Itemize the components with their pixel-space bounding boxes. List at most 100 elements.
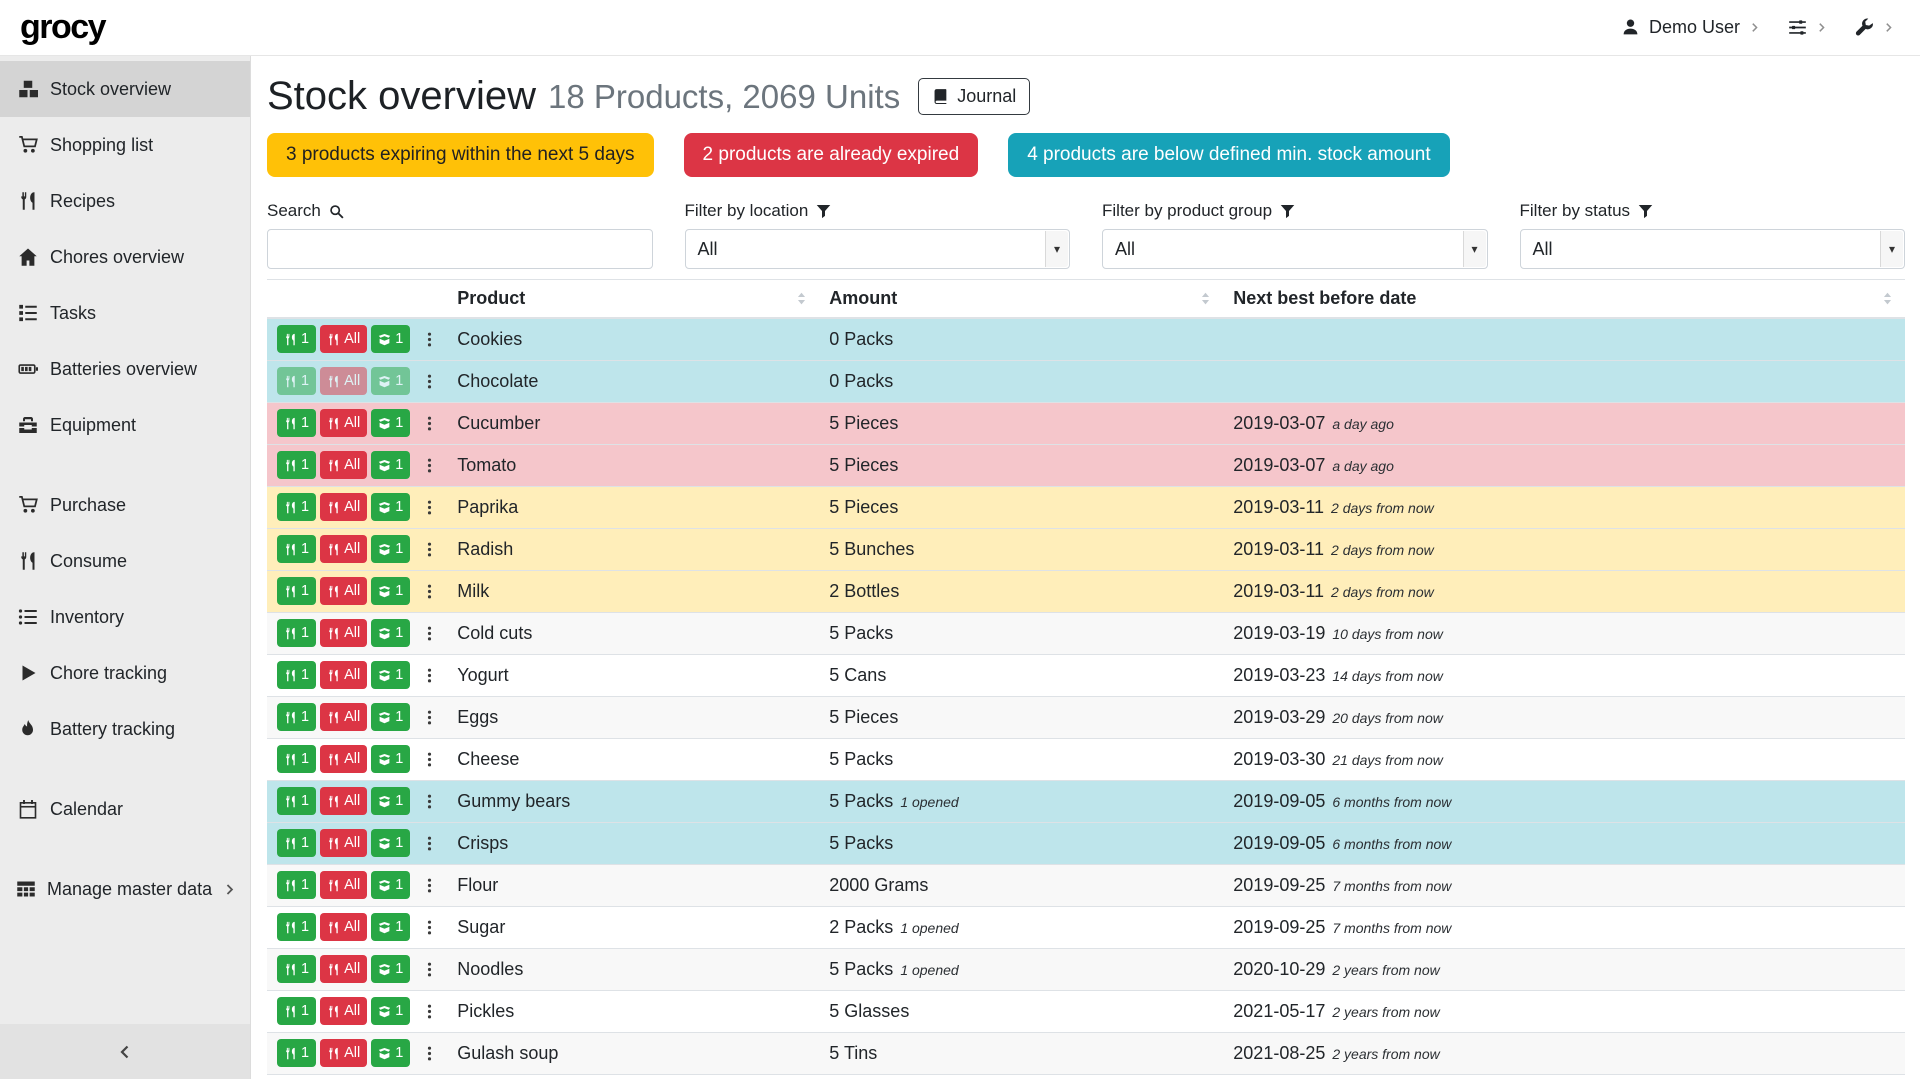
consume-one-button[interactable]: 1 <box>277 997 316 1025</box>
consume-one-button[interactable]: 1 <box>277 661 316 689</box>
open-one-button[interactable]: 1 <box>371 367 410 395</box>
sidebar-item-purchase[interactable]: Purchase <box>0 477 250 533</box>
open-one-button[interactable]: 1 <box>371 745 410 773</box>
consume-one-button[interactable]: 1 <box>277 913 316 941</box>
open-one-button[interactable]: 1 <box>371 1039 410 1067</box>
sidebar-item-inventory[interactable]: Inventory <box>0 589 250 645</box>
open-one-button[interactable]: 1 <box>371 955 410 983</box>
consume-one-button[interactable]: 1 <box>277 367 316 395</box>
row-menu-button[interactable] <box>422 832 437 855</box>
consume-all-button[interactable]: All <box>320 619 367 647</box>
open-one-button[interactable]: 1 <box>371 829 410 857</box>
sidebar-item-tasks[interactable]: Tasks <box>0 285 250 341</box>
open-one-button[interactable]: 1 <box>371 871 410 899</box>
open-one-button[interactable]: 1 <box>371 325 410 353</box>
open-one-button[interactable]: 1 <box>371 535 410 563</box>
sidebar-item-calendar[interactable]: Calendar <box>0 781 250 837</box>
consume-all-button[interactable]: All <box>320 703 367 731</box>
row-menu-button[interactable] <box>422 790 437 813</box>
consume-one-button[interactable]: 1 <box>277 451 316 479</box>
consume-all-button[interactable]: All <box>320 661 367 689</box>
expiring-products-alert[interactable]: 3 products expiring within the next 5 da… <box>267 133 654 177</box>
sidebar-item-recipes[interactable]: Recipes <box>0 173 250 229</box>
row-menu-button[interactable] <box>422 622 437 645</box>
sidebar-item-consume[interactable]: Consume <box>0 533 250 589</box>
open-one-button[interactable]: 1 <box>371 619 410 647</box>
open-one-button[interactable]: 1 <box>371 577 410 605</box>
row-menu-button[interactable] <box>422 370 437 393</box>
location-filter-select[interactable]: All ▾ <box>685 229 1071 269</box>
consume-one-button[interactable]: 1 <box>277 325 316 353</box>
row-menu-button[interactable] <box>422 580 437 603</box>
settings-menu[interactable] <box>1788 18 1827 37</box>
consume-all-button[interactable]: All <box>320 409 367 437</box>
row-menu-button[interactable] <box>422 706 437 729</box>
product-group-filter-select[interactable]: All ▾ <box>1102 229 1488 269</box>
user-menu[interactable]: Demo User <box>1621 17 1760 38</box>
row-menu-button[interactable] <box>422 748 437 771</box>
sidebar-item-equipment[interactable]: Equipment <box>0 397 250 453</box>
consume-one-button[interactable]: 1 <box>277 871 316 899</box>
row-menu-button[interactable] <box>422 958 437 981</box>
consume-all-button[interactable]: All <box>320 451 367 479</box>
consume-one-button[interactable]: 1 <box>277 955 316 983</box>
consume-one-button[interactable]: 1 <box>277 493 316 521</box>
consume-one-button[interactable]: 1 <box>277 703 316 731</box>
open-one-button[interactable]: 1 <box>371 913 410 941</box>
consume-all-button[interactable]: All <box>320 535 367 563</box>
expired-products-alert[interactable]: 2 products are already expired <box>684 133 979 177</box>
below-min-stock-alert[interactable]: 4 products are below defined min. stock … <box>1008 133 1449 177</box>
row-menu-button[interactable] <box>422 496 437 519</box>
consume-all-button[interactable]: All <box>320 325 367 353</box>
row-menu-button[interactable] <box>422 328 437 351</box>
search-input[interactable] <box>267 229 653 269</box>
row-menu-button[interactable] <box>422 1000 437 1023</box>
consume-one-button[interactable]: 1 <box>277 787 316 815</box>
app-logo[interactable]: grocy <box>20 8 105 47</box>
row-menu-button[interactable] <box>422 412 437 435</box>
consume-all-button[interactable]: All <box>320 871 367 899</box>
consume-one-button[interactable]: 1 <box>277 1039 316 1067</box>
consume-one-button[interactable]: 1 <box>277 577 316 605</box>
consume-all-button[interactable]: All <box>320 367 367 395</box>
consume-all-button[interactable]: All <box>320 913 367 941</box>
sidebar-item-chores-overview[interactable]: Chores overview <box>0 229 250 285</box>
consume-one-button[interactable]: 1 <box>277 619 316 647</box>
consume-all-button[interactable]: All <box>320 955 367 983</box>
consume-one-button[interactable]: 1 <box>277 535 316 563</box>
open-one-button[interactable]: 1 <box>371 451 410 479</box>
journal-button[interactable]: Journal <box>918 78 1030 115</box>
open-one-button[interactable]: 1 <box>371 493 410 521</box>
row-menu-button[interactable] <box>422 874 437 897</box>
column-header-amount[interactable]: Amount <box>819 280 1223 319</box>
consume-one-button[interactable]: 1 <box>277 409 316 437</box>
open-one-button[interactable]: 1 <box>371 703 410 731</box>
sidebar-item-shopping-list[interactable]: Shopping list <box>0 117 250 173</box>
admin-menu[interactable] <box>1855 18 1894 37</box>
consume-all-button[interactable]: All <box>320 745 367 773</box>
column-header-product[interactable]: Product <box>447 280 819 319</box>
row-menu-button[interactable] <box>422 538 437 561</box>
sidebar-item-battery-tracking[interactable]: Battery tracking <box>0 701 250 757</box>
open-one-button[interactable]: 1 <box>371 409 410 437</box>
consume-all-button[interactable]: All <box>320 787 367 815</box>
sidebar-item-stock-overview[interactable]: Stock overview <box>0 61 250 117</box>
consume-all-button[interactable]: All <box>320 997 367 1025</box>
sidebar-collapse-button[interactable] <box>0 1024 250 1079</box>
sidebar-item-chore-tracking[interactable]: Chore tracking <box>0 645 250 701</box>
status-filter-select[interactable]: All ▾ <box>1520 229 1906 269</box>
consume-all-button[interactable]: All <box>320 493 367 521</box>
consume-all-button[interactable]: All <box>320 1039 367 1067</box>
row-menu-button[interactable] <box>422 1042 437 1065</box>
open-one-button[interactable]: 1 <box>371 661 410 689</box>
open-one-button[interactable]: 1 <box>371 787 410 815</box>
row-menu-button[interactable] <box>422 916 437 939</box>
sidebar-item-manage-master-data[interactable]: Manage master data <box>0 861 250 917</box>
consume-one-button[interactable]: 1 <box>277 829 316 857</box>
consume-one-button[interactable]: 1 <box>277 745 316 773</box>
row-menu-button[interactable] <box>422 454 437 477</box>
open-one-button[interactable]: 1 <box>371 997 410 1025</box>
sidebar-item-batteries-overview[interactable]: Batteries overview <box>0 341 250 397</box>
consume-all-button[interactable]: All <box>320 577 367 605</box>
consume-all-button[interactable]: All <box>320 829 367 857</box>
